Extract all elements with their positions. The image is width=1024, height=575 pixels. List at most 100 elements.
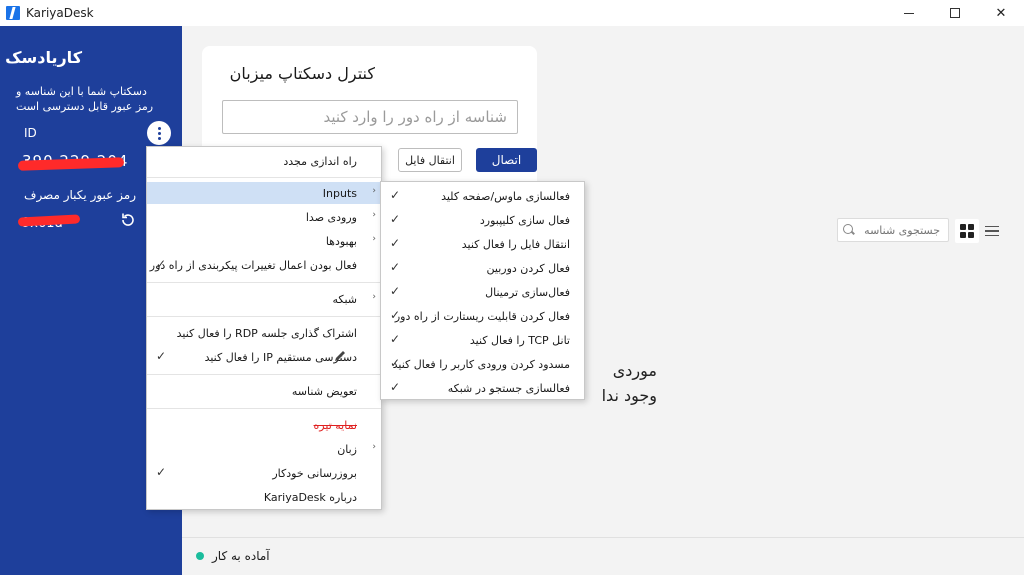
app-logo-icon [6, 6, 20, 20]
menu-item-about[interactable]: درباره KariyaDesk [147, 486, 381, 508]
menu-item-label: اشتراک گذاری جلسه RDP را فعال کنید [176, 326, 357, 340]
menu-item-label: شبکه [332, 292, 357, 306]
menu-item-label: فعال‌سازی ترمینال [485, 285, 570, 299]
menu-item-auto-update[interactable]: بروزرسانی خودکار ✓ [147, 462, 381, 484]
submenu-item-clipboard[interactable]: فعال سازی کلیپبورد ✓ [381, 209, 584, 231]
list-line [985, 234, 999, 237]
checkmark-icon: ✓ [155, 349, 166, 363]
menu-item-label: فعالسازی جستجو در شبکه [447, 381, 570, 395]
menu-item-language[interactable]: زبان ‹ [147, 438, 381, 460]
minimize-icon [904, 12, 914, 14]
checkmark-icon: ✓ [389, 260, 400, 274]
menu-item-rdp-share[interactable]: اشتراک گذاری جلسه RDP را فعال کنید [147, 322, 381, 344]
submenu-item-file-transfer[interactable]: انتقال فایل را فعال کنید ✓ [381, 233, 584, 255]
edit-pen-icon[interactable] [333, 349, 347, 363]
menu-item-direct-ip[interactable]: دسترسی مستقیم IP را فعال کنید ✓ [147, 346, 381, 368]
checkmark-icon: ✓ [155, 465, 166, 479]
menu-item-label: Inputs [322, 186, 357, 200]
menu-item-label: ورودی صدا [305, 210, 357, 224]
connect-button[interactable]: اتصال [476, 148, 537, 172]
list-view-button[interactable] [985, 219, 1005, 243]
submenu-item-camera[interactable]: فعال کردن دوربین ✓ [381, 257, 584, 279]
chevron-left-icon: ‹ [372, 292, 376, 302]
menu-item-label: مسدود کردن ورودی کاربر را فعال کنید [392, 357, 570, 371]
menu-item-label: راه اندازی مجدد [283, 154, 357, 168]
brand-title: کاریادسک [5, 48, 82, 67]
menu-item-label: نمایه تیره [313, 418, 357, 432]
menu-item-label: زبان [337, 442, 357, 456]
window-controls: ✕ [886, 0, 1024, 26]
menu-item-label: فعال کردن دوربین [486, 261, 570, 275]
checkmark-icon: ✓ [389, 284, 400, 298]
submenu-item-mouse-keyboard[interactable]: فعالسازی ماوس/صفحه کلید ✓ [381, 185, 584, 207]
list-line [985, 230, 999, 232]
checkmark-icon: ✓ [389, 236, 400, 250]
submenu-item-remote-restart[interactable]: فعال کردن قابلیت ریستارت از راه دور ✓ [381, 305, 584, 327]
submenu-item-tcp-tunnel[interactable]: تانل TCP را فعال کنید ✓ [381, 329, 584, 351]
checkmark-icon: ✓ [389, 380, 400, 394]
submenu-item-block-input[interactable]: مسدود کردن ورودی کاربر را فعال کنید ✓ [381, 353, 584, 375]
menu-item-label: بروزرسانی خودکار [272, 466, 357, 480]
maximize-button[interactable] [932, 0, 978, 26]
more-options-button[interactable] [147, 121, 171, 145]
refresh-icon[interactable] [120, 212, 136, 228]
menu-item-label: درباره KariyaDesk [263, 490, 357, 504]
inputs-submenu: فعالسازی ماوس/صفحه کلید ✓ فعال سازی کلیپب… [380, 181, 585, 400]
checkmark-icon: ✓ [389, 308, 400, 322]
close-button[interactable]: ✕ [978, 0, 1024, 26]
control-card-title: کنترل دسکتاپ میزبان [229, 64, 375, 83]
menu-item-label: بهبودها [325, 234, 357, 248]
checkmark-icon: ✓ [389, 212, 400, 226]
status-indicator-icon [196, 552, 204, 560]
search-box [837, 218, 949, 242]
menu-divider [147, 408, 381, 409]
checkmark-icon: ✓ [389, 332, 400, 346]
remote-id-input[interactable] [222, 100, 518, 134]
grid-cell [960, 232, 966, 238]
close-icon: ✕ [995, 5, 1007, 21]
chevron-left-icon: ‹ [372, 442, 376, 452]
menu-item-network[interactable]: شبکه ‹ [147, 288, 381, 310]
list-icon [985, 225, 999, 228]
menu-item-label: فعالسازی ماوس/صفحه کلید [441, 189, 570, 203]
minimize-button[interactable] [886, 0, 932, 26]
grid-cell [968, 232, 974, 238]
title-bar: KariyaDesk ✕ [0, 0, 1024, 26]
menu-divider [147, 282, 381, 283]
maximize-icon [950, 8, 960, 18]
window-title: KariyaDesk [26, 6, 94, 20]
menu-item-enhancements[interactable]: بهبودها ‹ [147, 230, 381, 252]
menu-item-remote-config[interactable]: فعال بودن اعمال تغییرات پیکربندی از راه … [147, 254, 381, 276]
menu-divider [147, 316, 381, 317]
menu-item-label: تانل TCP را فعال کنید [469, 333, 570, 347]
submenu-item-terminal[interactable]: فعال‌سازی ترمینال ✓ [381, 281, 584, 303]
menu-item-change-id[interactable]: تعویض شناسه [147, 380, 381, 402]
id-label: ID [24, 126, 37, 140]
chevron-left-icon: ‹ [372, 210, 376, 220]
grid-icon [960, 224, 966, 230]
menu-item-label: فعال بودن اعمال تغییرات پیکربندی از راه … [149, 258, 357, 272]
grid-cell [968, 224, 974, 230]
menu-divider [147, 374, 381, 375]
search-input[interactable] [856, 220, 946, 240]
menu-item-restart[interactable]: راه اندازی مجدد [147, 150, 381, 172]
submenu-item-lan-discovery[interactable]: فعالسازی جستجو در شبکه ✓ [381, 377, 584, 399]
panel-description: دسکتاپ شما با این شناسه و رمز عبور قابل … [16, 85, 154, 113]
checkmark-icon: ✓ [155, 257, 166, 271]
chevron-left-icon: ‹ [372, 234, 376, 244]
status-text: آماده به کار [212, 549, 270, 563]
menu-item-label: فعال کردن قابلیت ریستارت از راه دور [394, 309, 570, 323]
redaction-mark [17, 214, 81, 227]
transfer-file-button[interactable]: انتقال فایل [398, 148, 462, 172]
menu-item-label: فعال سازی کلیپبورد [479, 213, 570, 227]
checkmark-icon: ✓ [389, 356, 400, 370]
checkmark-icon: ✓ [389, 188, 400, 202]
password-label: رمز عبور یکبار مصرف [24, 188, 136, 202]
grid-view-button[interactable] [955, 219, 979, 243]
menu-item-dark-theme[interactable]: نمایه تیره [147, 414, 381, 436]
menu-item-label: انتقال فایل را فعال کنید [461, 237, 570, 251]
context-menu: راه اندازی مجدد Inputs ‹ ورودی صدا ‹ بهبود… [146, 146, 382, 510]
menu-item-audio-input[interactable]: ورودی صدا ‹ [147, 206, 381, 228]
status-bar: آماده به کار [182, 537, 1024, 575]
menu-item-inputs[interactable]: Inputs ‹ [147, 182, 381, 204]
